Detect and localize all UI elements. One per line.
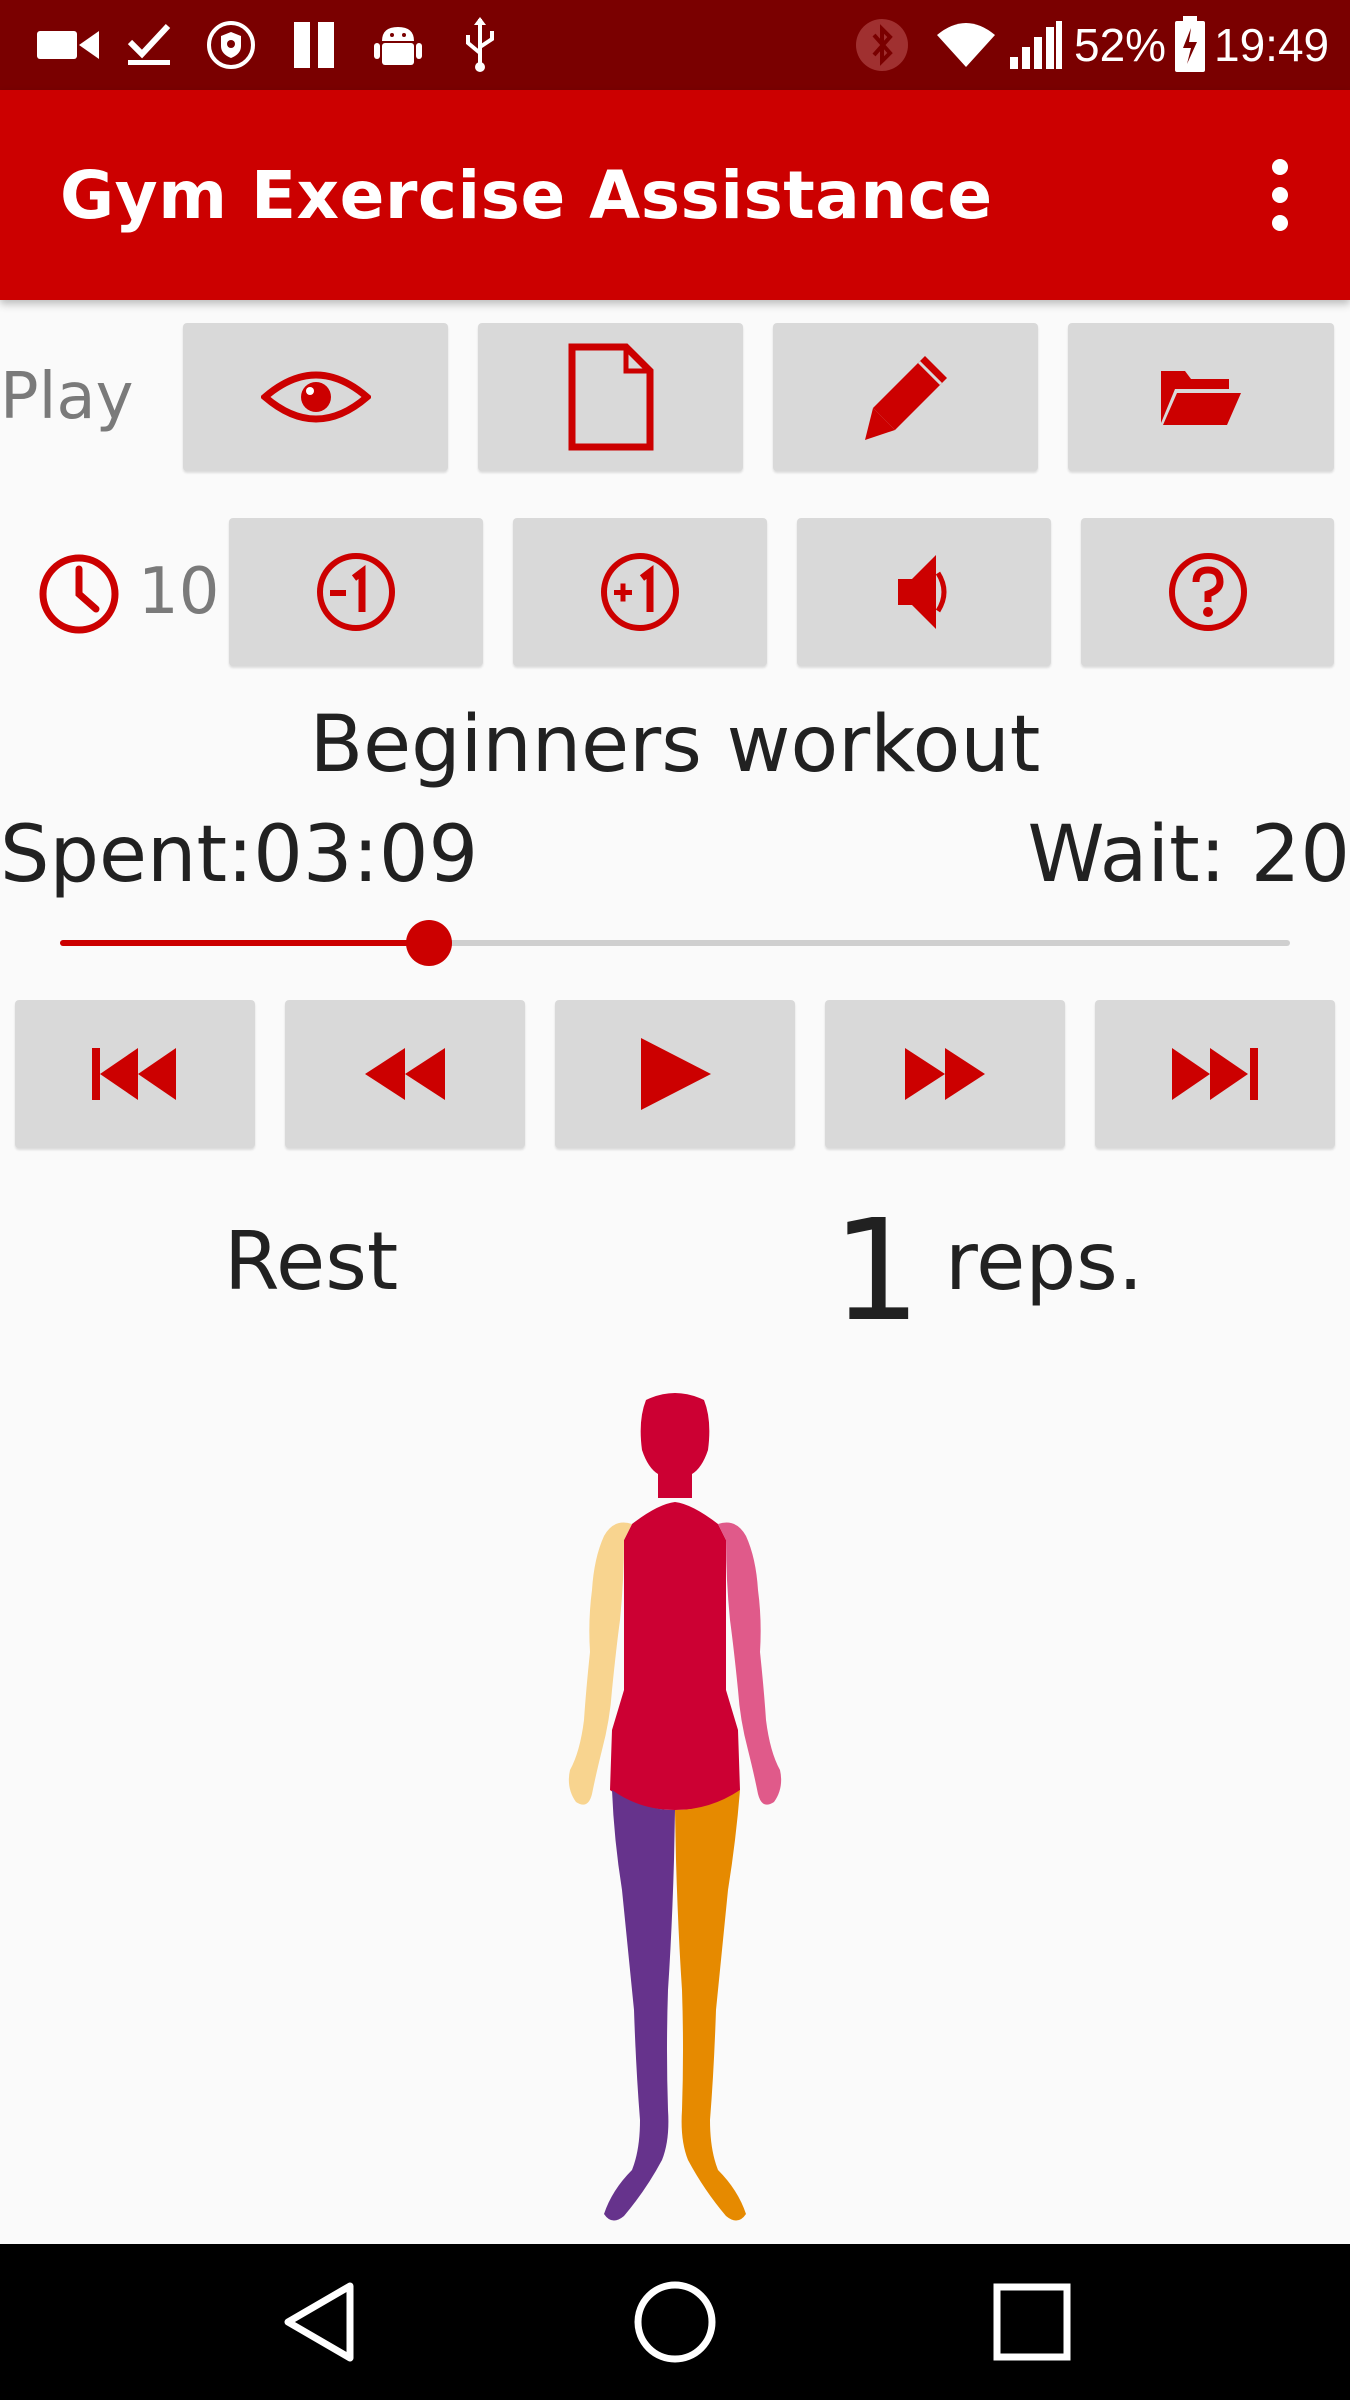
back-icon[interactable]: [270, 2244, 370, 2400]
progress-slider-fill: [60, 940, 429, 946]
battery-percent: 52%: [1074, 19, 1167, 71]
usb-icon: [458, 0, 502, 90]
home-icon[interactable]: [625, 2244, 725, 2400]
shield-icon: [206, 0, 256, 90]
spent-time: Spent:03:09: [0, 810, 479, 900]
more-vert-icon[interactable]: [1250, 150, 1310, 240]
first-exercise-button[interactable]: [15, 1000, 255, 1148]
head: [640, 1393, 710, 1498]
wifi-icon: [934, 0, 998, 90]
decrease-button[interactable]: [229, 518, 483, 666]
reps-label: reps.: [945, 1215, 1144, 1308]
play-icon: [641, 1038, 711, 1110]
next-exercise-button[interactable]: [825, 1000, 1065, 1148]
bluetooth-icon: [852, 0, 912, 90]
app-bar: Gym Exercise Assistance: [0, 90, 1350, 300]
wait-time: Wait: 20: [1027, 810, 1350, 900]
signal-icon: [1006, 0, 1066, 90]
progress-slider-thumb[interactable]: [406, 920, 452, 966]
app-title: Gym Exercise Assistance: [60, 156, 993, 234]
right-leg: [675, 1790, 746, 2221]
increase-button[interactable]: [513, 518, 767, 666]
download-done-icon: [124, 0, 174, 90]
skip-to-start-icon: [92, 1048, 176, 1100]
play-button[interactable]: [555, 1000, 795, 1148]
skip-to-end-icon: [1172, 1048, 1258, 1100]
video-icon: [36, 0, 100, 90]
system-nav-bar: [0, 2244, 1350, 2400]
clock-time: 19:49: [1214, 19, 1330, 71]
pause-icon: [290, 0, 340, 90]
plus-one-icon: [601, 553, 679, 631]
workout-name: Beginners workout: [309, 700, 1041, 790]
last-exercise-button[interactable]: [1095, 1000, 1335, 1148]
help-icon: [1168, 553, 1247, 631]
minus-one-icon: [317, 553, 395, 631]
edit-button[interactable]: [773, 323, 1038, 471]
play-label: Play: [0, 360, 134, 434]
new-file-icon: [568, 343, 653, 451]
exercise-name: Rest: [224, 1215, 399, 1308]
clock-icon: [38, 553, 120, 635]
android-icon: [370, 0, 426, 90]
left-leg: [604, 1790, 675, 2221]
reps-count: 1: [832, 1190, 922, 1353]
help-button[interactable]: [1081, 518, 1334, 666]
eye-icon: [260, 371, 371, 423]
fast-forward-icon: [905, 1048, 985, 1100]
folder-open-icon: [1161, 371, 1241, 425]
sound-button[interactable]: [797, 518, 1051, 666]
rewind-icon: [365, 1048, 445, 1100]
new-file-button[interactable]: [478, 323, 743, 471]
body-muscle-figure: [540, 1390, 810, 2230]
previous-exercise-button[interactable]: [285, 1000, 525, 1148]
view-button[interactable]: [183, 323, 448, 471]
battery-icon: [1170, 0, 1210, 90]
timer-value: 10: [138, 555, 220, 629]
torso: [610, 1502, 740, 1810]
recents-icon[interactable]: [982, 2244, 1082, 2400]
speaker-icon: [898, 555, 947, 629]
pencil-icon: [864, 356, 947, 440]
open-folder-button[interactable]: [1068, 323, 1334, 471]
status-bar: 52% 19:49: [0, 0, 1350, 90]
